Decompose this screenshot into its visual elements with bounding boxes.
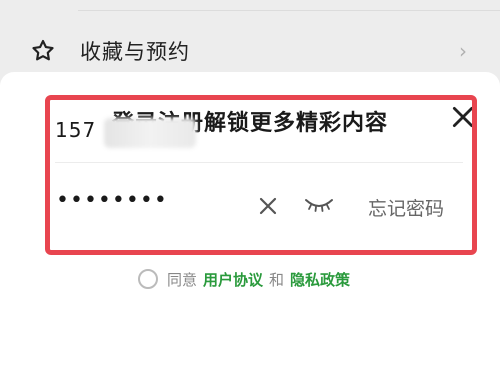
star-icon (32, 39, 54, 61)
agreement-and: 和 (269, 270, 285, 289)
forgot-password-link[interactable]: 忘记密码 (368, 194, 444, 221)
password-input[interactable]: •••••••• (56, 190, 168, 212)
clear-icon[interactable] (258, 196, 278, 216)
chevron-right-icon: › (459, 39, 467, 63)
privacy-policy-link[interactable]: 隐私政策 (290, 269, 350, 290)
redacted-phone-digits (104, 118, 196, 148)
divider (78, 10, 500, 11)
agreement-radio[interactable] (138, 269, 158, 289)
favorites-reservations-item[interactable]: 收藏与预约 › (0, 0, 500, 72)
field-divider (55, 162, 463, 163)
favorites-reservations-label: 收藏与预约 (80, 40, 190, 64)
eye-closed-icon[interactable] (303, 196, 335, 214)
agreement-prefix: 同意 (167, 270, 198, 289)
phone-input[interactable]: 157 (55, 118, 96, 142)
agreement-row: 同意 用户协议 和 隐私政策 (138, 265, 350, 293)
user-agreement-link[interactable]: 用户协议 (203, 269, 263, 290)
